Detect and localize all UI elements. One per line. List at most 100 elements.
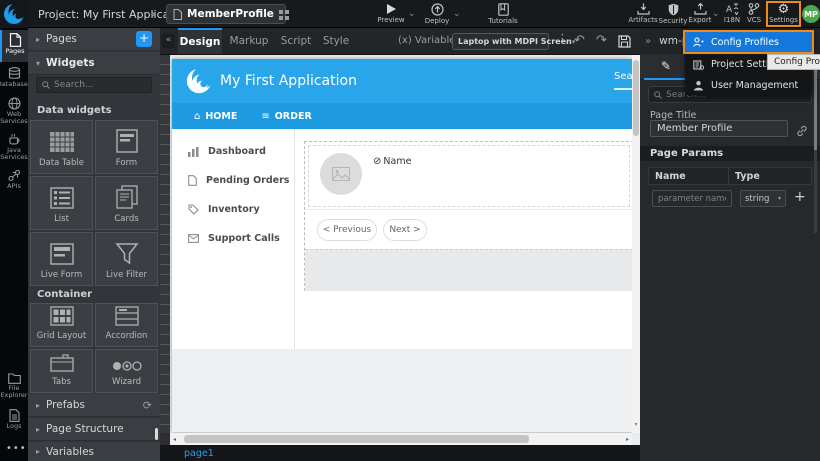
page-title-input[interactable] bbox=[650, 120, 788, 137]
status-page-tab[interactable]: page1 bbox=[184, 448, 214, 459]
save-icon[interactable] bbox=[618, 35, 631, 48]
tab-design[interactable]: Design bbox=[178, 28, 222, 54]
widget-tile-live-filter[interactable]: Live Filter bbox=[95, 232, 158, 286]
tab-markup[interactable]: Markup bbox=[226, 28, 272, 54]
app-header[interactable]: My First Application Search bbox=[172, 59, 632, 103]
page-structure-accordion[interactable]: ▸ Page Structure bbox=[28, 418, 160, 441]
tab-script[interactable]: Script bbox=[276, 28, 316, 54]
undo-icon[interactable]: ↶ bbox=[574, 33, 585, 48]
page-preview[interactable]: My First Application Search ⌂ HOME ≡ ORD… bbox=[172, 59, 632, 432]
param-type-select[interactable]: string ▾ bbox=[740, 190, 786, 207]
menu-item-inventory[interactable]: Inventory bbox=[172, 195, 295, 224]
canvas-vertical-scrollbar[interactable]: ▾ bbox=[632, 55, 640, 433]
nav-item-home[interactable]: ⌂ HOME bbox=[194, 111, 237, 122]
export-button[interactable]: Export bbox=[686, 3, 714, 24]
hamburger-icon: ≡ bbox=[261, 111, 269, 122]
security-button[interactable]: Security bbox=[656, 3, 690, 25]
settings-button-highlighted[interactable]: ⚙ Settings bbox=[766, 1, 801, 27]
menu-item-config-profiles-highlighted[interactable]: Config Profiles bbox=[685, 32, 812, 52]
data-widgets-section-label: Data widgets bbox=[37, 105, 112, 116]
rail-item-java-services[interactable]: Java Services bbox=[0, 130, 28, 164]
widgets-accordion[interactable]: ▾ Widgets bbox=[28, 52, 160, 75]
page-params-section-header[interactable]: Page Params bbox=[640, 146, 820, 161]
add-page-button[interactable]: + bbox=[136, 31, 152, 47]
param-name-input[interactable] bbox=[652, 190, 732, 207]
pages-accordion[interactable]: ▸ Pages + bbox=[28, 28, 160, 51]
list-widget[interactable]: ⊘ Name < Previous Next > bbox=[304, 141, 632, 291]
widget-tile-list[interactable]: List bbox=[30, 176, 93, 230]
list-footer-placeholder bbox=[305, 249, 632, 291]
scrollbar-thumb[interactable] bbox=[184, 435, 529, 443]
app-search-link[interactable]: Search bbox=[614, 71, 632, 90]
project-chevron-icon: › bbox=[151, 7, 156, 21]
grid-menu-icon[interactable] bbox=[279, 5, 289, 24]
open-page-tab[interactable]: MemberProfile bbox=[166, 4, 286, 24]
widget-search-input[interactable] bbox=[54, 80, 144, 90]
scroll-right-arrow-icon[interactable]: ▸ bbox=[626, 436, 629, 443]
widget-tile-grid-layout[interactable]: Grid Layout bbox=[30, 303, 93, 347]
widget-tile-tabs[interactable]: Tabs bbox=[30, 349, 93, 393]
menu-item-support-calls[interactable]: Support Calls bbox=[172, 224, 295, 253]
canvas-horizontal-scrollbar[interactable]: ◂ ▸ bbox=[170, 433, 632, 445]
user-avatar[interactable]: MP bbox=[802, 5, 820, 23]
device-preview-select[interactable]: Laptop with MDPI Screen ▾ bbox=[452, 33, 549, 50]
app-title: My First Application bbox=[220, 73, 357, 89]
widget-tile-wizard[interactable]: Wizard bbox=[95, 349, 158, 393]
widget-tile-data-table[interactable]: Data Table bbox=[30, 120, 93, 174]
scroll-left-arrow-icon[interactable]: ◂ bbox=[173, 436, 176, 443]
prefabs-accordion[interactable]: ▸ Prefabs ⟳ bbox=[28, 394, 160, 417]
artifacts-button[interactable]: Artifacts bbox=[626, 3, 660, 24]
left-panel: ▸ Pages + ▾ Widgets Data widgets Data Ta… bbox=[28, 28, 160, 461]
home-icon: ⌂ bbox=[194, 111, 200, 122]
page-side-menu: Dashboard Pending Orders Inventory Suppo… bbox=[172, 129, 295, 349]
redo-icon[interactable]: ↷ bbox=[596, 33, 607, 48]
previous-button[interactable]: < Previous bbox=[317, 219, 377, 241]
studio-logo-icon[interactable] bbox=[0, 0, 28, 28]
rail-item-logs[interactable]: Logs bbox=[0, 406, 28, 434]
widget-tile-form[interactable]: Form bbox=[95, 120, 158, 174]
tutorials-button[interactable]: Tutorials bbox=[486, 3, 520, 25]
left-panel-scrollbar[interactable] bbox=[155, 428, 158, 440]
refresh-icon[interactable]: ⟳ bbox=[143, 399, 152, 412]
add-param-button[interactable]: + bbox=[794, 189, 806, 205]
collapse-left-panel-button[interactable]: « bbox=[162, 34, 175, 48]
more-options-kebab-icon[interactable]: ⋮ bbox=[556, 32, 569, 47]
scrollbar-thumb[interactable] bbox=[633, 60, 639, 136]
bind-property-icon[interactable] bbox=[796, 122, 808, 141]
collapse-right-panel-button[interactable]: » bbox=[645, 36, 651, 47]
rail-item-apis[interactable]: APIs bbox=[0, 166, 28, 194]
widget-tile-accordion[interactable]: Accordion bbox=[95, 303, 158, 347]
menu-item-pending-orders[interactable]: Pending Orders bbox=[172, 166, 295, 195]
widget-tile-cards[interactable]: Cards bbox=[95, 176, 158, 230]
binding-icon: ⊘ bbox=[373, 156, 381, 167]
scroll-down-arrow-icon[interactable]: ▾ bbox=[632, 421, 640, 428]
list-pager: < Previous Next > bbox=[305, 209, 632, 249]
menu-item-user-management[interactable]: User Management bbox=[685, 75, 812, 95]
tab-style[interactable]: Style bbox=[318, 28, 354, 54]
widget-search-box[interactable] bbox=[36, 77, 152, 93]
rail-item-file-explorer[interactable]: File Explorer bbox=[0, 370, 28, 404]
rail-item-web-services[interactable]: Web Services bbox=[0, 94, 28, 128]
tab-properties-edit[interactable]: ✎ bbox=[644, 54, 688, 80]
design-canvas: My First Application Search ⌂ HOME ≡ ORD… bbox=[160, 55, 640, 445]
deploy-caret-icon[interactable]: ⌄ bbox=[453, 9, 461, 19]
widget-tile-live-form[interactable]: Live Form bbox=[30, 232, 93, 286]
rail-item-databases[interactable]: Databases bbox=[0, 64, 28, 92]
preview-button[interactable]: Preview bbox=[374, 3, 408, 24]
vcs-button[interactable]: VCS bbox=[742, 3, 766, 24]
rail-more-icon[interactable]: ••• bbox=[6, 443, 27, 454]
user-icon bbox=[693, 80, 704, 91]
rail-item-pages[interactable]: Pages bbox=[0, 30, 28, 62]
collapsed-arrow-icon: ▸ bbox=[36, 401, 40, 410]
preview-caret-icon[interactable]: ⌄ bbox=[408, 9, 416, 19]
container-section-label: Container bbox=[37, 289, 92, 300]
next-button[interactable]: Next > bbox=[383, 219, 427, 241]
scrollbar-thumb[interactable] bbox=[814, 60, 817, 150]
menu-item-dashboard[interactable]: Dashboard bbox=[172, 137, 295, 166]
nav-item-order[interactable]: ≡ ORDER bbox=[261, 111, 311, 122]
ruler-corner bbox=[160, 433, 170, 445]
list-item[interactable]: ⊘ Name bbox=[308, 145, 630, 207]
variables-accordion[interactable]: ▸ Variables bbox=[28, 442, 160, 461]
deploy-button[interactable]: Deploy bbox=[420, 3, 454, 25]
right-panel-scrollbar[interactable] bbox=[814, 58, 817, 233]
